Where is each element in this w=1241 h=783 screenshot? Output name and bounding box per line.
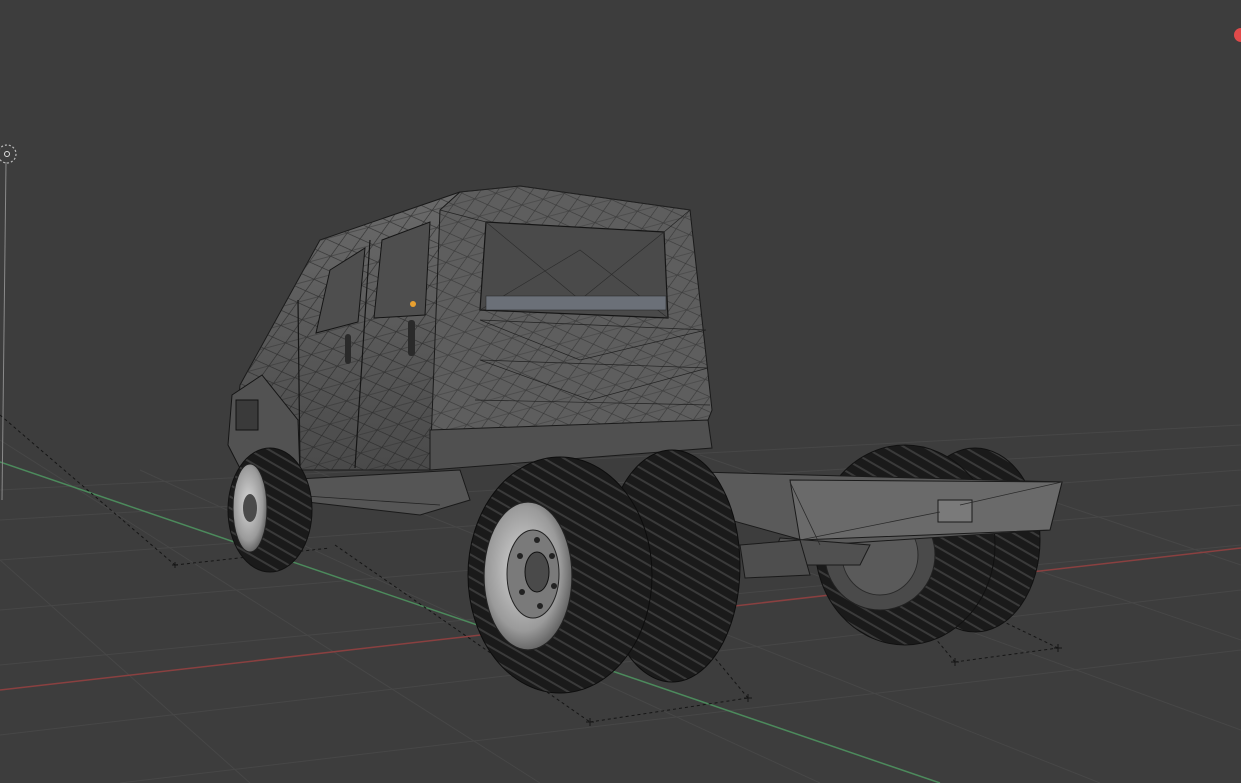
3d-viewport[interactable] bbox=[0, 0, 1241, 783]
rear-wheel-near[interactable] bbox=[467, 449, 741, 694]
object-origin bbox=[410, 301, 416, 307]
light-object-icon[interactable] bbox=[0, 144, 17, 501]
viewport-scene[interactable] bbox=[0, 0, 1241, 783]
viewport-indicator-dot bbox=[1234, 28, 1241, 42]
front-wheel[interactable] bbox=[227, 447, 313, 573]
truck-cab[interactable] bbox=[227, 185, 713, 479]
